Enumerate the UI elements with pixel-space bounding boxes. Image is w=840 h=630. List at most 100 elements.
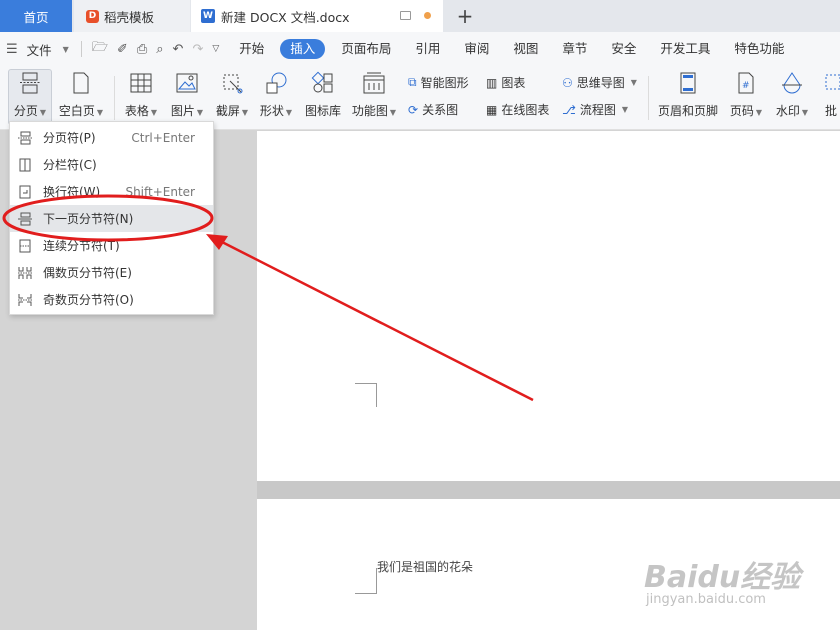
menu-item-continuous-section-break[interactable]: 连续分节符(T) <box>10 232 213 259</box>
menu-view[interactable]: 视图 <box>501 39 550 59</box>
document-page-1[interactable] <box>257 131 840 481</box>
flowchart-button[interactable]: ⎇ 流程图 ▼ <box>562 101 628 118</box>
page-break-dropdown: 分页符(P) Ctrl+Enter 分栏符(C) 换行符(W) Shift+En… <box>9 121 214 315</box>
brush-icon[interactable]: ✐ <box>117 42 128 57</box>
shape-button[interactable]: 形状 ▼ <box>256 70 296 119</box>
page-break-button[interactable]: 分页 ▼ <box>8 69 52 125</box>
redo-icon[interactable]: ↷ <box>192 42 203 57</box>
menu-review[interactable]: 审阅 <box>452 39 501 59</box>
smart-shape-button[interactable]: ⧉ 智能图形 <box>408 74 469 91</box>
new-tab-icon: + <box>456 4 474 28</box>
function-chart-label: 功能图 <box>351 104 388 118</box>
menu-developer[interactable]: 开发工具 <box>648 39 722 59</box>
menu-security[interactable]: 安全 <box>599 39 648 59</box>
chevron-down-icon: ▼ <box>150 108 158 117</box>
tab-daoke-label: 稻壳模板 <box>104 9 155 25</box>
comment-button[interactable]: 批 <box>822 70 840 119</box>
unsaved-dot-icon <box>424 12 431 19</box>
chevron-down-icon: ▼ <box>196 108 204 117</box>
relation-chart-button[interactable]: ⟳ 关系图 <box>408 101 458 118</box>
table-button[interactable]: 表格 ▼ <box>122 70 160 119</box>
tab-home-label: 首页 <box>23 9 49 25</box>
tab-daoke-template[interactable]: D 稻壳模板 <box>74 0 190 32</box>
tab-document-label: 新建 DOCX 文档.docx <box>221 9 350 25</box>
menu-item-label: 分页符(P) <box>43 131 96 145</box>
picture-button[interactable]: 图片 ▼ <box>168 70 206 119</box>
picture-icon <box>174 70 200 96</box>
monitor-icon[interactable] <box>400 11 411 20</box>
baidu-jingyan-url: jingyan.baidu.com <box>646 592 766 607</box>
file-menu-button[interactable]: ☰ 文件 ▼ <box>0 40 77 59</box>
menu-start[interactable]: 开始 <box>227 39 276 59</box>
print-preview-icon[interactable]: ⌕ <box>156 42 163 57</box>
online-chart-icon: ▦ <box>486 102 498 117</box>
icon-library-button[interactable]: 图标库 <box>302 70 344 119</box>
menu-item-label: 偶数页分节符(E) <box>43 266 132 280</box>
menu-item-label: 换行符(W) <box>43 185 101 199</box>
shortcut-label: Shift+Enter <box>125 184 195 199</box>
print-icon[interactable]: ⎙ <box>137 42 147 57</box>
menu-item-line-break[interactable]: 换行符(W) Shift+Enter <box>10 178 213 205</box>
relation-chart-label: 关系图 <box>422 103 459 117</box>
comment-label: 批 <box>824 104 837 118</box>
blank-page-button[interactable]: 空白页 ▼ <box>56 70 106 119</box>
undo-icon[interactable]: ↶ <box>173 42 184 57</box>
watermark-icon <box>779 70 805 96</box>
chevron-down-icon: ▼ <box>285 108 293 117</box>
menu-references[interactable]: 引用 <box>403 39 452 59</box>
tab-home[interactable]: 首页 <box>0 0 72 32</box>
menu-page-layout[interactable]: 页面布局 <box>329 39 403 59</box>
smart-shape-icon: ⧉ <box>408 75 417 89</box>
chevron-down-icon: ▼ <box>389 108 397 117</box>
header-footer-button[interactable]: 页眉和页脚 <box>656 70 720 119</box>
header-footer-label: 页眉和页脚 <box>657 104 718 118</box>
page-number-button[interactable]: # 页码 ▼ <box>726 70 766 119</box>
shape-label: 形状 <box>259 104 284 118</box>
screenshot-button[interactable]: 截屏 ▼ <box>212 70 252 119</box>
chart-label: 图表 <box>501 76 526 90</box>
chart-button[interactable]: ▥ 图表 <box>486 74 525 91</box>
watermark-button[interactable]: 水印 ▼ <box>772 70 812 119</box>
flowchart-icon: ⎇ <box>562 102 576 117</box>
shortcut-label: Ctrl+Enter <box>131 130 195 145</box>
tab-bar: 首页 D 稻壳模板 W 新建 DOCX 文档.docx + <box>0 0 840 32</box>
watermark-label: 水印 <box>775 104 800 118</box>
divider <box>80 41 82 57</box>
page-break-icon <box>17 70 43 96</box>
document-body-text[interactable]: 我们是祖国的花朵 <box>377 558 473 575</box>
online-chart-button[interactable]: ▦ 在线图表 <box>486 101 549 118</box>
menu-item-label: 连续分节符(T) <box>43 239 120 253</box>
picture-label: 图片 <box>170 104 195 118</box>
column-break-icon <box>18 158 32 172</box>
online-chart-label: 在线图表 <box>501 103 550 117</box>
odd-page-section-break-icon <box>18 293 32 307</box>
function-chart-icon <box>361 70 387 96</box>
screenshot-icon <box>219 70 245 96</box>
chevron-down-icon: ▼ <box>630 78 637 87</box>
comment-icon <box>822 70 840 96</box>
menu-item-odd-page-section-break[interactable]: 奇数页分节符(O) <box>10 286 213 313</box>
menu-special[interactable]: 特色功能 <box>722 39 796 59</box>
tab-document[interactable]: W 新建 DOCX 文档.docx <box>191 0 443 32</box>
page-number-label: 页码 <box>729 104 754 118</box>
function-chart-button[interactable]: 功能图 ▼ <box>350 70 398 119</box>
menu-item-even-page-section-break[interactable]: 偶数页分节符(E) <box>10 259 213 286</box>
margin-corner-mark <box>355 383 377 407</box>
header-footer-icon <box>675 70 701 96</box>
new-tab-button[interactable]: + <box>453 0 477 32</box>
divider <box>648 76 649 120</box>
menu-item-next-page-section-break[interactable]: 下一页分节符(N) <box>10 205 213 232</box>
svg-text:#: # <box>742 81 750 91</box>
open-folder-icon[interactable]: 🗁 <box>92 38 108 60</box>
menu-chapter[interactable]: 章节 <box>550 39 599 59</box>
page-gap <box>257 481 840 499</box>
mind-map-button[interactable]: ⚇ 思维导图 ▼ <box>562 74 637 91</box>
menu-bar: ☰ 文件 ▼ 🗁 ✐ ⎙ ⌕ ↶ ↷ ▽ 开始 插入 页面布局 引用 审阅 视图… <box>0 32 840 66</box>
customize-icon[interactable]: ▽ <box>212 44 219 54</box>
chevron-down-icon: ▼ <box>801 108 809 117</box>
menu-item-page-break[interactable]: 分页符(P) Ctrl+Enter <box>10 124 213 151</box>
menu-item-label: 分栏符(C) <box>43 158 97 172</box>
menu-insert[interactable]: 插入 <box>280 39 326 59</box>
mind-map-label: 思维导图 <box>576 76 625 90</box>
menu-item-column-break[interactable]: 分栏符(C) <box>10 151 213 178</box>
